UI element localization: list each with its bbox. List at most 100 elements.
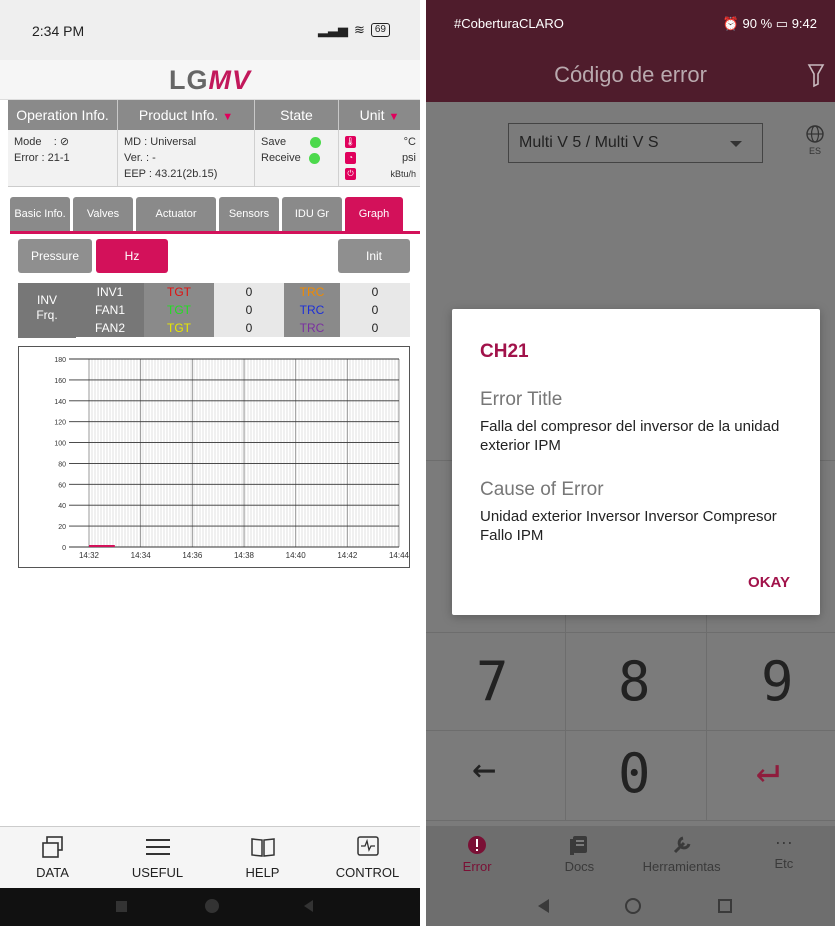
- unit-dropdown[interactable]: Unit ▼: [339, 100, 420, 130]
- dropdown-arrow-icon: [730, 141, 742, 147]
- trc-label: TRC: [284, 319, 340, 337]
- nav-control[interactable]: CONTROL: [315, 827, 420, 888]
- error-code-title: CH21: [480, 341, 529, 362]
- key-8[interactable]: 8: [618, 650, 651, 713]
- tab-actuator[interactable]: Actuator: [136, 197, 216, 233]
- nav-help[interactable]: HELP: [210, 827, 315, 888]
- x-tick-label: 14:44: [389, 551, 409, 560]
- cause-label: Cause of Error: [480, 479, 604, 500]
- unit-info: 🌡 °C ◔ psi ⏻ kBtu/h: [345, 136, 416, 181]
- wrench-icon: [673, 836, 691, 854]
- hz-graph: 14:32 14:34 14:36 14:38 14:40 14:42 14:44 0 20 40…: [18, 346, 410, 568]
- back-button[interactable]: [538, 899, 549, 913]
- keypad-divider: [426, 820, 835, 821]
- status-time: 2:34 PM: [32, 23, 85, 39]
- back-button[interactable]: [304, 900, 313, 912]
- pressure-button[interactable]: Pressure: [18, 239, 92, 273]
- lgmv-app-screen: 2:34 PM ▂▃▅ ≋ 69 LGMV Operation Info. Pr…: [0, 0, 420, 926]
- y-tick-label: 140: [54, 399, 66, 406]
- error-icon: [468, 836, 487, 854]
- nav-data[interactable]: DATA: [0, 827, 105, 888]
- info-body: Mode : ⊘ Error : 21-1 MD : Universal Ver…: [8, 130, 420, 187]
- tab-valves[interactable]: Valves: [73, 197, 133, 233]
- system-nav-bar: [426, 886, 835, 926]
- operation-info: Mode : ⊘ Error : 21-1: [8, 130, 118, 186]
- caret-down-icon: ▼: [388, 111, 400, 123]
- state-info: Save Receive: [255, 130, 339, 186]
- x-tick-label: 14:36: [182, 551, 203, 560]
- status-bar: 2:34 PM ▂▃▅ ≋ 69: [0, 0, 420, 60]
- table-row: FAN1 TGT 0 TRC 0: [76, 301, 410, 319]
- model-select[interactable]: Multi V 5 / Multi V S: [508, 123, 763, 163]
- nav-error[interactable]: Error: [426, 826, 528, 886]
- hz-button[interactable]: Hz: [96, 239, 168, 273]
- tab-sensors[interactable]: Sensors: [219, 197, 279, 233]
- y-tick-label: 180: [54, 357, 66, 364]
- tab-idu-gr[interactable]: IDU Gr: [282, 197, 342, 233]
- y-tick-label: 0: [62, 545, 66, 552]
- error-title-text: Falla del compresor del inversor de la u…: [480, 418, 780, 454]
- tgt-label: TGT: [144, 283, 214, 301]
- tab-bar: Basic Info. Valves Actuator Sensors IDU …: [10, 197, 420, 233]
- cause-text: Unidad exterior Inversor Inversor Compre…: [480, 508, 777, 544]
- info-header: Operation Info. Product Info. ▼ State Un…: [8, 100, 420, 130]
- docs-icon: [570, 836, 588, 855]
- error-code-app-screen: #CoberturaCLARO ⏰ 90 % ▭ 9:42 Código de …: [426, 0, 835, 926]
- table-row: FAN2 TGT 0 TRC 0: [76, 319, 410, 337]
- enter-key[interactable]: ↵: [756, 746, 780, 792]
- data-icon: [41, 836, 63, 858]
- status-icons: ▂▃▅ ≋ 69: [318, 22, 390, 38]
- operation-info-tab[interactable]: Operation Info.: [8, 100, 118, 130]
- receive-status-dot: [308, 152, 320, 164]
- key-9[interactable]: 9: [761, 650, 794, 713]
- page-title: Código de error: [426, 48, 835, 102]
- error-title-label: Error Title: [480, 389, 563, 410]
- tgt-label: TGT: [144, 319, 214, 337]
- filter-icon[interactable]: [807, 62, 825, 88]
- product-info-dropdown[interactable]: Product Info. ▼: [118, 100, 255, 130]
- battery-icon: 69: [370, 23, 390, 37]
- key-7[interactable]: 7: [476, 650, 509, 713]
- okay-button[interactable]: OKAY: [748, 574, 790, 591]
- tab-underline: [10, 231, 420, 234]
- save-status-dot: [310, 136, 322, 148]
- y-tick-label: 120: [54, 420, 66, 427]
- control-icon: [356, 836, 379, 856]
- language-selector[interactable]: ES: [805, 124, 825, 156]
- signal-icon: ▂▃▅: [317, 22, 348, 37]
- tab-basic-info[interactable]: Basic Info.: [10, 197, 70, 233]
- error-code: : 21-1: [41, 152, 70, 164]
- frequency-table: INV Frq. INV1 TGT 0 TRC 0 FAN1 TGT 0 TRC …: [18, 283, 410, 338]
- nav-useful[interactable]: USEFUL: [105, 827, 210, 888]
- error-dialog: CH21 Error Title Falla del compresor del…: [452, 309, 820, 615]
- book-icon: [250, 838, 275, 857]
- power-icon: ⏻: [345, 168, 356, 181]
- init-button[interactable]: Init: [338, 239, 410, 273]
- nav-herramientas[interactable]: Herramientas: [631, 826, 733, 886]
- y-tick-label: 160: [54, 378, 66, 385]
- status-right: ⏰ 90 % ▭ 9:42: [722, 16, 817, 31]
- product-info: MD : Universal Ver. : - EEP : 43.21(2b.1…: [118, 130, 255, 186]
- globe-icon: [806, 125, 824, 143]
- backspace-key[interactable]: ←: [472, 746, 496, 792]
- tab-graph[interactable]: Graph: [345, 197, 403, 233]
- x-tick-label: 14:32: [79, 551, 100, 560]
- nav-etc[interactable]: ··· Etc: [733, 826, 835, 886]
- trc-label: TRC: [284, 301, 340, 319]
- recents-button[interactable]: [718, 899, 732, 913]
- key-0[interactable]: 0: [618, 742, 651, 805]
- nav-docs[interactable]: Docs: [528, 826, 630, 886]
- inv-frq-label: INV Frq.: [18, 283, 76, 338]
- trc-label: TRC: [284, 283, 340, 301]
- home-button[interactable]: [625, 898, 641, 914]
- carrier-label: #CoberturaCLARO: [454, 16, 564, 31]
- alarm-icon: ⏰: [722, 16, 739, 31]
- y-tick-label: 40: [58, 503, 66, 510]
- more-icon: ···: [774, 832, 793, 852]
- state-header: State: [255, 100, 339, 130]
- recents-button[interactable]: [116, 901, 127, 912]
- caret-down-icon: ▼: [222, 111, 234, 123]
- home-button[interactable]: [205, 899, 219, 913]
- app-header: LGMV: [0, 60, 420, 100]
- y-tick-label: 60: [58, 482, 66, 489]
